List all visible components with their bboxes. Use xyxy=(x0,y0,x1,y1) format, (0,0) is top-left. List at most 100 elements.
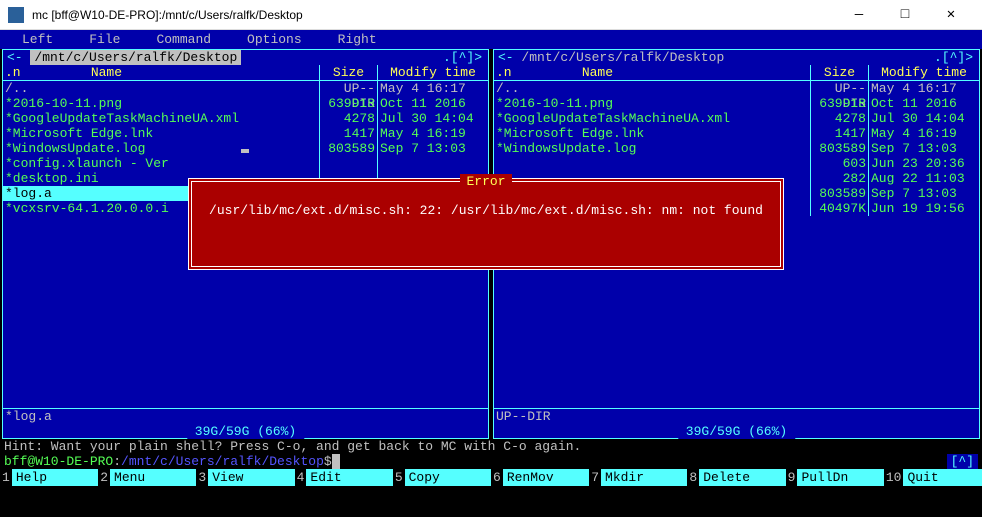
col-name[interactable]: .n Name xyxy=(494,65,811,80)
prompt-path: /mnt/c/Users/ralfk/Desktop xyxy=(121,454,324,469)
file-name: *WindowsUpdate.log xyxy=(3,141,320,156)
fkey-label: Quit xyxy=(903,469,982,486)
file-size xyxy=(320,156,378,171)
file-name: *GoogleUpdateTaskMachineUA.xml xyxy=(494,111,811,126)
left-arrow-icon: <- xyxy=(7,50,30,65)
prompt-indicator: [^] xyxy=(947,454,978,469)
right-panel-header: <- /mnt/c/Users/ralfk/Desktop .[^]> xyxy=(494,50,979,65)
fkey-label: Edit xyxy=(306,469,392,486)
col-mtime[interactable]: Modify time xyxy=(869,65,979,80)
app-icon xyxy=(8,7,24,23)
prompt-user: bff@W10-DE-PRO xyxy=(4,454,113,469)
fkey-edit[interactable]: 4Edit xyxy=(295,469,393,486)
left-col-headers: .n Name Size Modify time xyxy=(3,65,488,81)
fkey-number: 9 xyxy=(786,470,798,485)
col-name[interactable]: .n Name xyxy=(3,65,320,80)
file-name: *WindowsUpdate.log xyxy=(494,141,811,156)
file-size: UP--DIR xyxy=(320,81,378,96)
minimize-button[interactable]: ― xyxy=(836,0,882,30)
file-mtime: May 4 16:17 xyxy=(378,81,488,96)
left-path[interactable]: /mnt/c/Users/ralfk/Desktop xyxy=(30,50,241,65)
file-mtime: Jul 30 14:04 xyxy=(869,111,979,126)
menu-command[interactable]: Command xyxy=(138,32,229,47)
col-size[interactable]: Size xyxy=(811,65,869,80)
file-size: 803589 xyxy=(811,186,869,201)
file-mtime: May 4 16:17 xyxy=(869,81,979,96)
file-name xyxy=(494,156,811,171)
file-mtime: Oct 11 2016 xyxy=(378,96,488,111)
window-title: mc [bff@W10-DE-PRO]:/mnt/c/Users/ralfk/D… xyxy=(32,8,836,22)
fkey-number: 7 xyxy=(589,470,601,485)
terminal: Left File Command Options Right <- /mnt/… xyxy=(0,30,982,517)
fkey-number: 3 xyxy=(196,470,208,485)
file-size: 603 xyxy=(811,156,869,171)
right-status: 39G/59G (66%) xyxy=(678,424,795,439)
file-mtime xyxy=(378,156,488,171)
fkey-pulldn[interactable]: 9PullDn xyxy=(786,469,884,486)
close-button[interactable]: ✕ xyxy=(928,0,974,30)
fkey-number: 8 xyxy=(687,470,699,485)
fkey-number: 6 xyxy=(491,470,503,485)
fkey-view[interactable]: 3View xyxy=(196,469,294,486)
col-mtime[interactable]: Modify time xyxy=(378,65,488,80)
shell-prompt[interactable]: bff@W10-DE-PRO:/mnt/c/Users/ralfk/Deskto… xyxy=(0,454,982,469)
file-row[interactable]: *GoogleUpdateTaskMachineUA.xml4278Jul 30… xyxy=(3,111,488,126)
fkey-delete[interactable]: 8Delete xyxy=(687,469,785,486)
file-size: 4278 xyxy=(320,111,378,126)
file-size: 1417 xyxy=(320,126,378,141)
file-row[interactable]: /..UP--DIRMay 4 16:17 xyxy=(494,81,979,96)
fkey-number: 5 xyxy=(393,470,405,485)
left-status: 39G/59G (66%) xyxy=(187,424,304,439)
file-row[interactable]: *WindowsUpdate.log803589Sep 7 13:03 xyxy=(494,141,979,156)
file-row[interactable]: 603Jun 23 20:36 xyxy=(494,156,979,171)
file-mtime: Sep 7 13:03 xyxy=(378,141,488,156)
right-marker: .[^]> xyxy=(934,50,973,65)
fkey-quit[interactable]: 10Quit xyxy=(884,469,982,486)
file-size: 803589 xyxy=(320,141,378,156)
maximize-button[interactable]: □ xyxy=(882,0,928,30)
file-row[interactable]: *2016-10-11.png639918Oct 11 2016 xyxy=(494,96,979,111)
file-row[interactable]: *Microsoft Edge.lnk1417May 4 16:19 xyxy=(3,126,488,141)
fkey-label: Copy xyxy=(405,469,491,486)
file-name: *2016-10-11.png xyxy=(3,96,320,111)
fkey-mkdir[interactable]: 7Mkdir xyxy=(589,469,687,486)
menu-file[interactable]: File xyxy=(71,32,138,47)
fkey-renmov[interactable]: 6RenMov xyxy=(491,469,589,486)
file-name: /.. xyxy=(494,81,811,96)
fkey-copy[interactable]: 5Copy xyxy=(393,469,491,486)
menu-left[interactable]: Left xyxy=(4,32,71,47)
file-size: 282 xyxy=(811,171,869,186)
fkey-label: Help xyxy=(12,469,98,486)
file-size: 4278 xyxy=(811,111,869,126)
menubar: Left File Command Options Right xyxy=(0,30,982,49)
fkey-label: View xyxy=(208,469,294,486)
file-mtime: May 4 16:19 xyxy=(378,126,488,141)
fkey-label: Delete xyxy=(699,469,785,486)
file-row[interactable]: /..UP--DIRMay 4 16:17 xyxy=(3,81,488,96)
hint-line: Hint: Want your plain shell? Press C-o, … xyxy=(0,439,982,454)
error-message: /usr/lib/mc/ext.d/misc.sh: 22: /usr/lib/… xyxy=(204,203,768,218)
fkey-menu[interactable]: 2Menu xyxy=(98,469,196,486)
text-cursor-icon xyxy=(241,149,249,153)
right-col-headers: .n Name Size Modify time xyxy=(494,65,979,81)
left-marker: .[^]> xyxy=(443,50,482,65)
file-mtime: Aug 22 11:03 xyxy=(869,171,979,186)
menu-options[interactable]: Options xyxy=(229,32,320,47)
file-size: 803589 xyxy=(811,141,869,156)
menu-right[interactable]: Right xyxy=(320,32,395,47)
file-row[interactable]: *Microsoft Edge.lnk1417May 4 16:19 xyxy=(494,126,979,141)
file-row[interactable]: *GoogleUpdateTaskMachineUA.xml4278Jul 30… xyxy=(494,111,979,126)
right-path[interactable]: /mnt/c/Users/ralfk/Desktop xyxy=(514,50,725,65)
fkey-help[interactable]: 1Help xyxy=(0,469,98,486)
file-size: 639918 xyxy=(811,96,869,111)
error-dialog[interactable]: Error /usr/lib/mc/ext.d/misc.sh: 22: /us… xyxy=(188,178,784,270)
file-size: 40497K xyxy=(811,201,869,216)
file-row[interactable]: *2016-10-11.png639918Oct 11 2016 xyxy=(3,96,488,111)
right-arrow-icon: <- xyxy=(498,50,514,65)
file-row[interactable]: *config.xlaunch - Ver xyxy=(3,156,488,171)
file-name: *config.xlaunch - Ver xyxy=(3,156,320,171)
file-name: *Microsoft Edge.lnk xyxy=(3,126,320,141)
window-titlebar: mc [bff@W10-DE-PRO]:/mnt/c/Users/ralfk/D… xyxy=(0,0,982,30)
fkey-number: 2 xyxy=(98,470,110,485)
col-size[interactable]: Size xyxy=(320,65,378,80)
